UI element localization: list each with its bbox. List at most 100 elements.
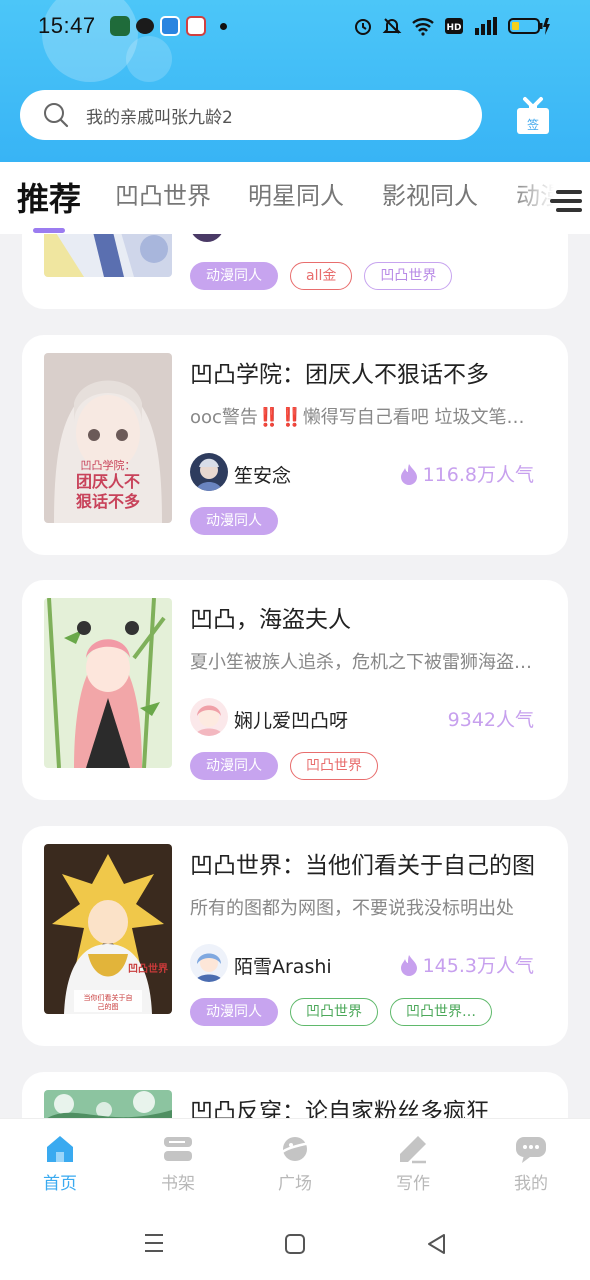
author-name[interactable]: 娴儿爱凹凸呀 (234, 706, 348, 733)
tab-film-tv-fanfic[interactable]: 影视同人 (382, 176, 478, 211)
svg-text:当你们看关于自: 当你们看关于自 (84, 993, 133, 1002)
book-card[interactable]: 动漫同人 all金 凹凸世界 (22, 234, 568, 309)
pen-icon (400, 1136, 426, 1164)
cover-illustration: 凹凸世界 当你们看关于自 己的图 (44, 844, 172, 1014)
book-cover (44, 1090, 172, 1118)
status-bar: 15:47 HD (0, 0, 590, 52)
nav-label: 写作 (396, 1174, 430, 1194)
notification-icons (109, 16, 227, 36)
tag[interactable]: 凹凸世界 (364, 262, 453, 290)
svg-text:团厌人不: 团厌人不 (76, 472, 140, 491)
book-cover: 凹凸世界 当你们看关于自 己的图 (44, 844, 172, 1014)
tag[interactable]: 凹凸世界 (290, 998, 378, 1026)
book-cover (44, 598, 172, 768)
book-title[interactable]: 凹凸世界：当他们看关于自己的图 (190, 846, 535, 880)
book-feed: 动漫同人 all金 凹凸世界 凹凸学院： 团厌人不 狠话不多 凹凸学院：团厌人不… (0, 234, 590, 1118)
author-avatar[interactable] (190, 453, 228, 491)
nav-write[interactable]: 写作 (373, 1133, 453, 1194)
recent-apps-icon[interactable] (143, 1232, 165, 1254)
svg-text:凹凸学院：: 凹凸学院： (81, 458, 136, 472)
hd-icon: HD (445, 18, 463, 34)
book-tags: 动漫同人 凹凸世界 凹凸世界… (190, 998, 492, 1026)
popularity-text: 145.3万人气 (422, 955, 534, 977)
tag[interactable]: 动漫同人 (190, 998, 278, 1026)
category-menu-icon[interactable] (548, 184, 586, 218)
daily-signin-button[interactable]: 签 (514, 96, 552, 136)
nav-label: 我的 (514, 1174, 548, 1194)
active-tab-indicator (33, 228, 65, 233)
chat-bubble-icon (516, 1137, 546, 1163)
nav-plaza[interactable]: 广场 (255, 1133, 335, 1194)
nav-home[interactable]: 首页 (20, 1133, 100, 1194)
svg-text:凹凸世界: 凹凸世界 (128, 962, 168, 975)
svg-text:HD: HD (446, 23, 461, 33)
cover-illustration (44, 1090, 172, 1118)
nav-bookshelf[interactable]: 书架 (138, 1133, 218, 1194)
book-cover: 凹凸学院： 团厌人不 狠话不多 (44, 353, 172, 523)
tag[interactable]: all金 (290, 262, 353, 290)
flame-icon (400, 954, 417, 976)
bookshelf-icon (164, 1137, 192, 1161)
svg-text:狠话不多: 狠话不多 (76, 492, 140, 511)
book-card[interactable]: 凹凸世界 当你们看关于自 己的图 凹凸世界：当他们看关于自己的图 所有的图都为网… (22, 826, 568, 1046)
app-notification-icon (159, 16, 180, 36)
wechat-icon (135, 18, 154, 34)
tag[interactable]: 凹凸世界… (390, 998, 492, 1026)
message-app-icon (109, 16, 130, 36)
home-button-icon[interactable] (284, 1233, 306, 1255)
search-bar[interactable]: 我的亲戚叫张九龄2 (20, 90, 482, 140)
book-card[interactable]: 凹凸，海盗夫人 夏小笙被族人追杀，危机之下被雷狮海盗… 娴儿爱凹凸呀 9342人… (22, 580, 568, 800)
alarm-icon (355, 19, 371, 35)
search-placeholder: 我的亲戚叫张九龄2 (86, 107, 233, 128)
search-icon (44, 103, 69, 128)
tag[interactable]: 动漫同人 (190, 752, 278, 780)
nav-profile[interactable]: 我的 (491, 1133, 571, 1194)
cover-illustration: 凹凸学院： 团厌人不 狠话不多 (44, 353, 172, 523)
book-card[interactable]: 凹凸反穿：论自家粉丝多疯狂 (22, 1072, 568, 1118)
author-name[interactable]: 笙安念 (234, 461, 291, 488)
svg-text:签: 签 (527, 117, 539, 132)
author-avatar[interactable] (190, 698, 228, 736)
home-icon (47, 1136, 73, 1162)
mute-icon (382, 18, 402, 34)
book-description: 夏小笙被族人追杀，危机之下被雷狮海盗… (190, 652, 532, 673)
app-header: 15:47 HD 我的亲戚叫张九龄2 签 (0, 0, 590, 162)
tab-recommend[interactable]: 推荐 (17, 174, 81, 220)
nav-label: 广场 (278, 1174, 312, 1194)
book-tags: 动漫同人 (190, 507, 278, 535)
popularity-count: 9342人气 (448, 705, 534, 732)
tab-celebrity-fanfic[interactable]: 明星同人 (248, 176, 344, 211)
author-avatar[interactable] (190, 944, 228, 982)
tab-aotu-world[interactable]: 凹凸世界 (115, 176, 211, 211)
system-status-icons: HD (353, 16, 552, 36)
gift-checkin-icon: 签 (517, 97, 549, 134)
cover-illustration (44, 234, 172, 277)
author-name[interactable]: 陌雪Arashi (234, 952, 332, 979)
status-time: 15:47 (38, 13, 96, 38)
app-notification-icon (185, 16, 206, 36)
tag[interactable]: 动漫同人 (190, 262, 278, 290)
popularity-count: 116.8万人气 (400, 460, 534, 487)
planet-icon (280, 1137, 310, 1161)
book-tags: 动漫同人 凹凸世界 (190, 752, 378, 780)
category-tabs: 推荐 凹凸世界 明星同人 影视同人 动漫 (0, 162, 590, 234)
more-notifications-dot (219, 22, 227, 30)
popularity-text: 9342人气 (447, 709, 534, 731)
wifi-icon (412, 18, 434, 36)
tag[interactable]: 凹凸世界 (290, 752, 378, 780)
svg-text:己的图: 己的图 (98, 1002, 119, 1011)
book-tags: 动漫同人 all金 凹凸世界 (190, 262, 453, 290)
book-title[interactable]: 凹凸反穿：论自家粉丝多疯狂 (190, 1092, 489, 1118)
popularity-text: 116.8万人气 (422, 464, 534, 486)
book-description: ooc警告‼️‼️懒得写自己看吧 垃圾文笔… (190, 407, 525, 428)
tag[interactable]: 动漫同人 (190, 507, 278, 535)
flame-icon (400, 463, 417, 485)
book-card[interactable]: 凹凸学院： 团厌人不 狠话不多 凹凸学院：团厌人不狠话不多 ooc警告‼️‼️懒… (22, 335, 568, 555)
popularity-count: 145.3万人气 (400, 951, 534, 978)
bottom-navigation: 首页 书架 广场 写作 我的 (0, 1118, 590, 1204)
book-title[interactable]: 凹凸学院：团厌人不狠话不多 (190, 355, 489, 389)
book-title[interactable]: 凹凸，海盗夫人 (190, 600, 351, 634)
author-avatar (190, 234, 224, 242)
battery-icon (508, 18, 550, 35)
back-icon[interactable] (425, 1232, 447, 1256)
